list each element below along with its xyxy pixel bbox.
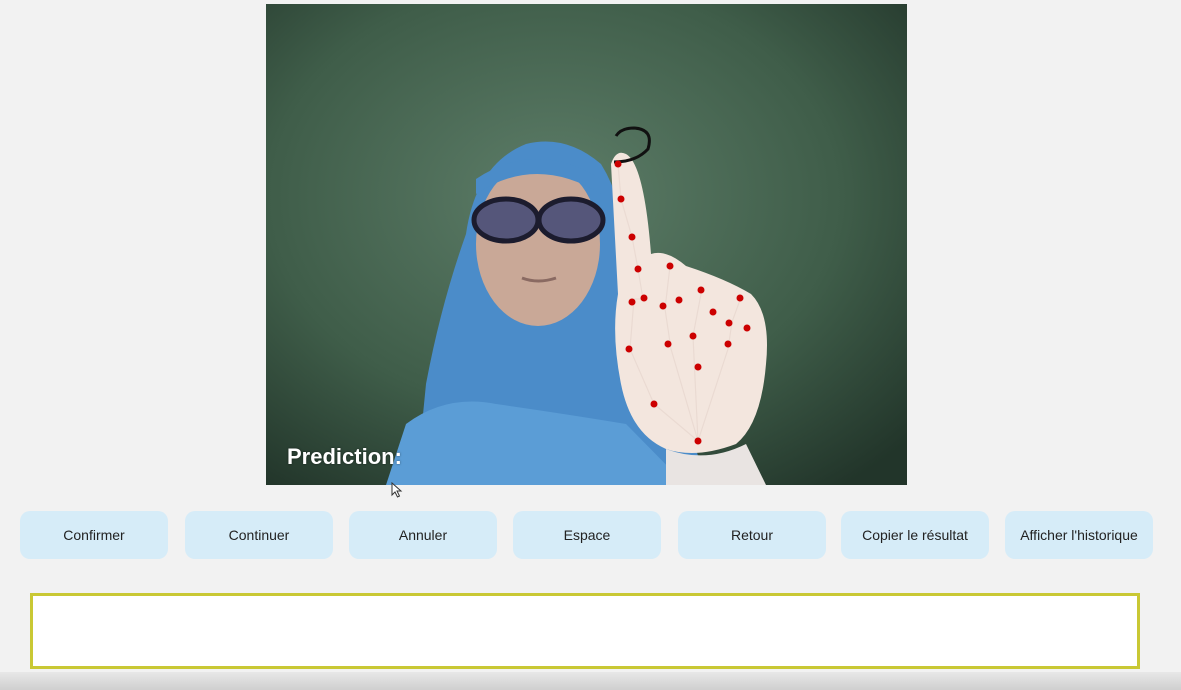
camera-feed: Prediction: [266, 4, 907, 485]
action-button-row: Confirmer Continuer Annuler Espace Retou… [20, 511, 1160, 561]
show-history-button[interactable]: Afficher l'historique [1005, 511, 1153, 559]
copy-result-button[interactable]: Copier le résultat [841, 511, 989, 559]
continue-button[interactable]: Continuer [185, 511, 333, 559]
camera-image [266, 4, 907, 485]
prediction-label: Prediction: [287, 444, 402, 469]
result-text-field[interactable] [30, 593, 1140, 669]
back-button[interactable]: Retour [678, 511, 826, 559]
space-button[interactable]: Espace [513, 511, 661, 559]
cancel-button[interactable]: Annuler [349, 511, 497, 559]
confirm-button[interactable]: Confirmer [20, 511, 168, 559]
mouse-cursor-icon [391, 482, 403, 498]
window-bottom-edge [0, 672, 1181, 690]
